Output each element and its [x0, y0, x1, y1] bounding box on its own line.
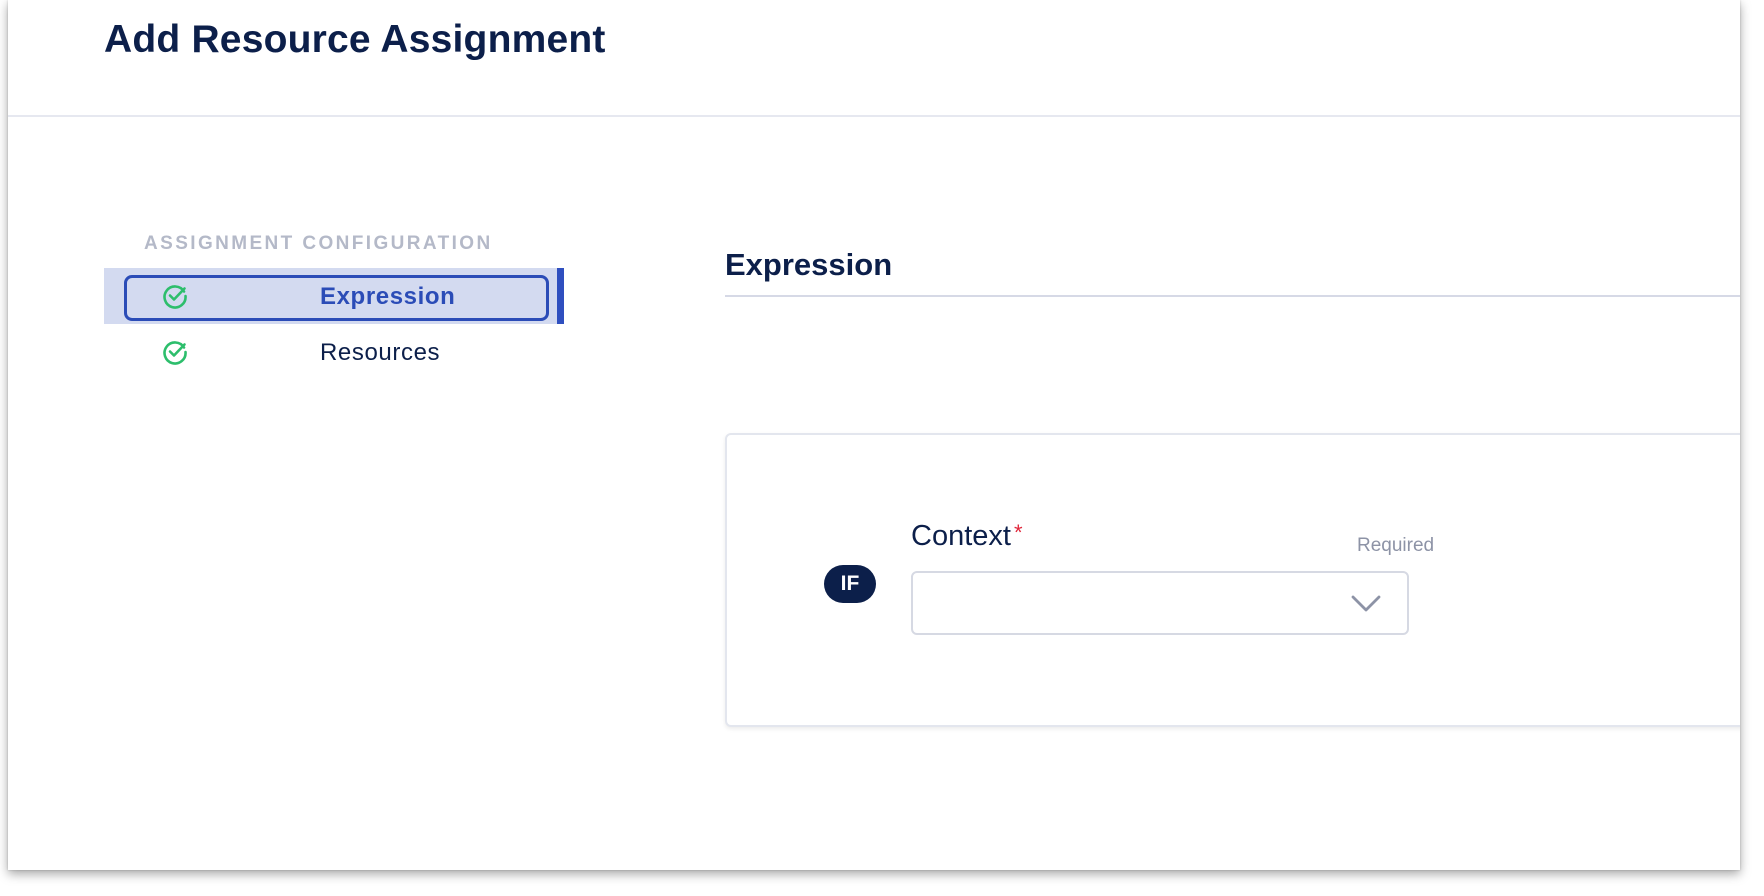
if-badge: IF: [824, 565, 876, 603]
context-label: Context *: [911, 520, 1023, 553]
condition-card: IF Context * Required: [725, 433, 1740, 727]
context-label-text: Context: [911, 520, 1011, 552]
sidebar-item-label: Expression: [320, 283, 456, 310]
check-circle-icon: [162, 283, 188, 309]
sidebar-item-resources[interactable]: Resources: [104, 324, 564, 380]
section-title: Expression: [725, 247, 893, 282]
required-hint: Required: [1357, 535, 1435, 556]
required-star: *: [1013, 520, 1023, 545]
page-title: Add Resource Assignment: [104, 18, 606, 61]
sidebar-item-expression[interactable]: Expression: [104, 268, 564, 324]
sidebar-item-label: Resources: [320, 339, 441, 366]
header-divider: [8, 115, 1740, 117]
section-divider: [725, 295, 1740, 297]
context-select[interactable]: [911, 571, 1409, 635]
chevron-down-icon[interactable]: [1349, 591, 1383, 615]
check-circle-icon: [162, 339, 188, 365]
sidebar-heading: ASSIGNMENT CONFIGURATION: [144, 233, 493, 254]
modal-frame: Add Resource Assignment ASSIGNMENT CONFI…: [8, 0, 1740, 870]
